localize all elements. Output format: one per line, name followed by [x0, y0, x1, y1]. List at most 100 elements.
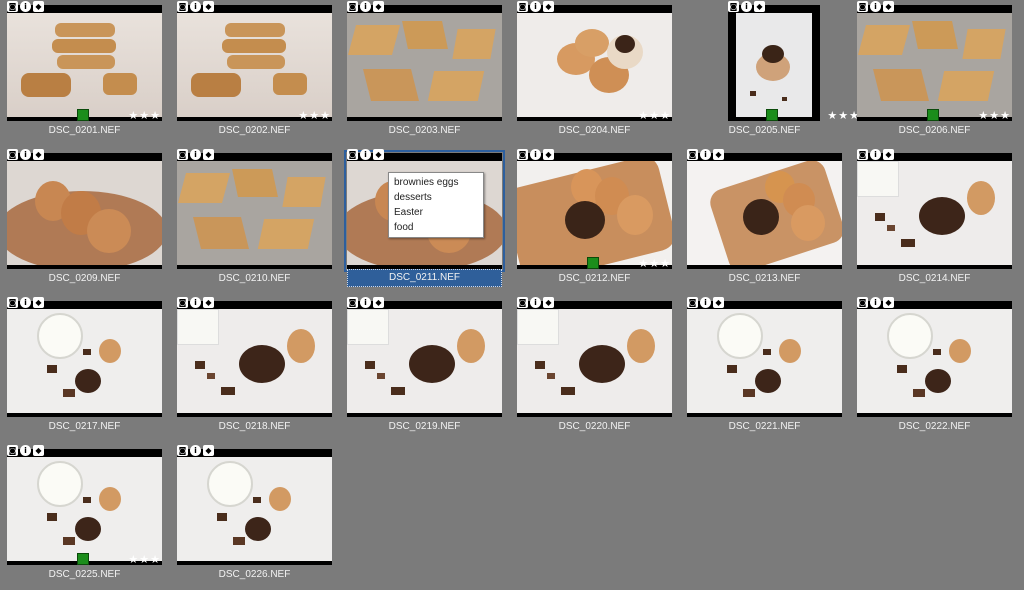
- thumbnail-dsc_0213[interactable]: ◙ i ◆ DSC_0213.NEF: [680, 148, 850, 294]
- tag-icon[interactable]: ◆: [713, 297, 724, 308]
- camera-icon[interactable]: ◙: [517, 149, 528, 160]
- info-icon[interactable]: i: [20, 1, 31, 12]
- tag-icon[interactable]: ◆: [543, 297, 554, 308]
- thumbnail-dsc_0221[interactable]: ◙ i ◆ DSC_0221.NEF: [680, 296, 850, 442]
- thumbnail-dsc_0225[interactable]: ◙ i ◆ ★★★ DSC_0225.NEF: [0, 444, 170, 590]
- info-icon[interactable]: i: [20, 297, 31, 308]
- info-icon[interactable]: i: [360, 1, 371, 12]
- tag-icon[interactable]: ◆: [33, 445, 44, 456]
- info-icon[interactable]: i: [20, 445, 31, 456]
- camera-icon[interactable]: ◙: [7, 1, 18, 12]
- info-icon[interactable]: i: [700, 297, 711, 308]
- info-icon[interactable]: i: [20, 149, 31, 160]
- camera-icon[interactable]: ◙: [177, 1, 188, 12]
- info-icon[interactable]: i: [190, 297, 201, 308]
- thumbnail-dsc_0222[interactable]: ◙ i ◆ DSC_0222.NEF: [850, 296, 1020, 442]
- photo-shape: [83, 349, 91, 355]
- thumbnail-dsc_0202[interactable]: ◙ i ◆ ★★★ DSC_0202.NEF: [170, 0, 340, 146]
- thumbnail-dsc_0206[interactable]: ◙ i ◆ ★★★ DSC_0206.NEF: [850, 0, 1020, 146]
- thumbnail-dsc_0201[interactable]: ◙ i ◆ ★★★ DSC_0201.NEF: [0, 0, 170, 146]
- tag-icon[interactable]: ◆: [883, 1, 894, 12]
- thumbnail-dsc_0212[interactable]: ◙ i ◆ ★★★ DSC_0212.NEF: [510, 148, 680, 294]
- filename-label: DSC_0203.NEF: [388, 125, 461, 136]
- tag-icon[interactable]: ◆: [33, 149, 44, 160]
- camera-icon[interactable]: ◙: [687, 297, 698, 308]
- info-icon[interactable]: i: [360, 149, 371, 160]
- info-icon[interactable]: i: [700, 149, 711, 160]
- camera-icon[interactable]: ◙: [857, 149, 868, 160]
- info-icon[interactable]: i: [190, 1, 201, 12]
- thumbnail-frame: ◙ i ◆ ★★★: [7, 445, 162, 565]
- tag-icon[interactable]: ◆: [33, 1, 44, 12]
- badge-icons: ◙ i ◆: [517, 1, 554, 13]
- camera-icon[interactable]: ◙: [517, 297, 528, 308]
- info-icon[interactable]: i: [530, 1, 541, 12]
- info-icon[interactable]: i: [870, 149, 881, 160]
- thumbnail-dsc_0226[interactable]: ◙ i ◆ DSC_0226.NEF: [170, 444, 340, 590]
- thumbnail-dsc_0217[interactable]: ◙ i ◆ DSC_0217.NEF: [0, 296, 170, 442]
- camera-icon[interactable]: ◙: [347, 1, 358, 12]
- star-rating[interactable]: ★★★: [638, 258, 671, 269]
- pick-flag-icon[interactable]: [927, 109, 939, 121]
- camera-icon[interactable]: ◙: [687, 149, 698, 160]
- photo-shape: [227, 55, 285, 69]
- info-icon[interactable]: i: [190, 445, 201, 456]
- filename-label: DSC_0213.NEF: [728, 273, 801, 284]
- thumbnail-dsc_0214[interactable]: ◙ i ◆ DSC_0214.NEF: [850, 148, 1020, 294]
- info-icon[interactable]: i: [530, 149, 541, 160]
- tag-icon[interactable]: ◆: [543, 149, 554, 160]
- camera-icon[interactable]: ◙: [7, 149, 18, 160]
- pick-flag-icon[interactable]: [77, 553, 89, 565]
- pick-flag-icon[interactable]: [766, 109, 778, 121]
- camera-icon[interactable]: ◙: [347, 149, 358, 160]
- photo-shape: [282, 177, 326, 207]
- filename-label: DSC_0209.NEF: [48, 273, 121, 284]
- tag-icon[interactable]: ◆: [33, 297, 44, 308]
- info-icon[interactable]: i: [741, 1, 752, 12]
- tag-icon[interactable]: ◆: [713, 149, 724, 160]
- tag-icon[interactable]: ◆: [373, 149, 384, 160]
- tag-icon[interactable]: ◆: [373, 1, 384, 12]
- tag-icon[interactable]: ◆: [883, 297, 894, 308]
- camera-icon[interactable]: ◙: [177, 445, 188, 456]
- thumbnail-dsc_0204[interactable]: ◙ i ◆ ★★★ DSC_0204.NEF: [510, 0, 680, 146]
- tag-icon[interactable]: ◆: [203, 149, 214, 160]
- tag-icon[interactable]: ◆: [883, 149, 894, 160]
- camera-icon[interactable]: ◙: [857, 297, 868, 308]
- info-icon[interactable]: i: [870, 1, 881, 12]
- info-icon[interactable]: i: [190, 149, 201, 160]
- star-rating[interactable]: ★★★: [128, 554, 161, 565]
- thumbnail-dsc_0220[interactable]: ◙ i ◆ DSC_0220.NEF: [510, 296, 680, 442]
- camera-icon[interactable]: ◙: [517, 1, 528, 12]
- thumbnail-dsc_0209[interactable]: ◙ i ◆ DSC_0209.NEF: [0, 148, 170, 294]
- tag-icon[interactable]: ◆: [373, 297, 384, 308]
- star-rating[interactable]: ★★★: [298, 110, 331, 121]
- star-rating[interactable]: ★★★: [128, 110, 161, 121]
- tag-icon[interactable]: ◆: [754, 1, 765, 12]
- tag-icon[interactable]: ◆: [203, 297, 214, 308]
- pick-flag-icon[interactable]: [77, 109, 89, 121]
- thumbnail-dsc_0219[interactable]: ◙ i ◆ DSC_0219.NEF: [340, 296, 510, 442]
- star-rating[interactable]: ★★★: [978, 110, 1011, 121]
- tag-icon[interactable]: ◆: [203, 445, 214, 456]
- pick-flag-icon[interactable]: [587, 257, 599, 269]
- thumbnail-dsc_0203[interactable]: ◙ i ◆ DSC_0203.NEF: [340, 0, 510, 146]
- camera-icon[interactable]: ◙: [728, 1, 739, 12]
- camera-icon[interactable]: ◙: [7, 445, 18, 456]
- info-icon[interactable]: i: [360, 297, 371, 308]
- info-icon[interactable]: i: [530, 297, 541, 308]
- camera-icon[interactable]: ◙: [857, 1, 868, 12]
- camera-icon[interactable]: ◙: [177, 149, 188, 160]
- thumbnail-dsc_0205[interactable]: ◙ i ◆ ★★★ DSC_0205.NEF: [680, 0, 859, 146]
- info-icon[interactable]: i: [870, 297, 881, 308]
- tag-icon[interactable]: ◆: [203, 1, 214, 12]
- star-rating[interactable]: ★★★: [638, 110, 671, 121]
- camera-icon[interactable]: ◙: [7, 297, 18, 308]
- thumbnail-dsc_0218[interactable]: ◙ i ◆ DSC_0218.NEF: [170, 296, 340, 442]
- tag-icon[interactable]: ◆: [543, 1, 554, 12]
- photo-preview: [517, 13, 672, 117]
- camera-icon[interactable]: ◙: [347, 297, 358, 308]
- camera-icon[interactable]: ◙: [177, 297, 188, 308]
- thumbnail-dsc_0210[interactable]: ◙ i ◆ DSC_0210.NEF: [170, 148, 340, 294]
- badge-icons: ◙ i ◆: [857, 149, 894, 161]
